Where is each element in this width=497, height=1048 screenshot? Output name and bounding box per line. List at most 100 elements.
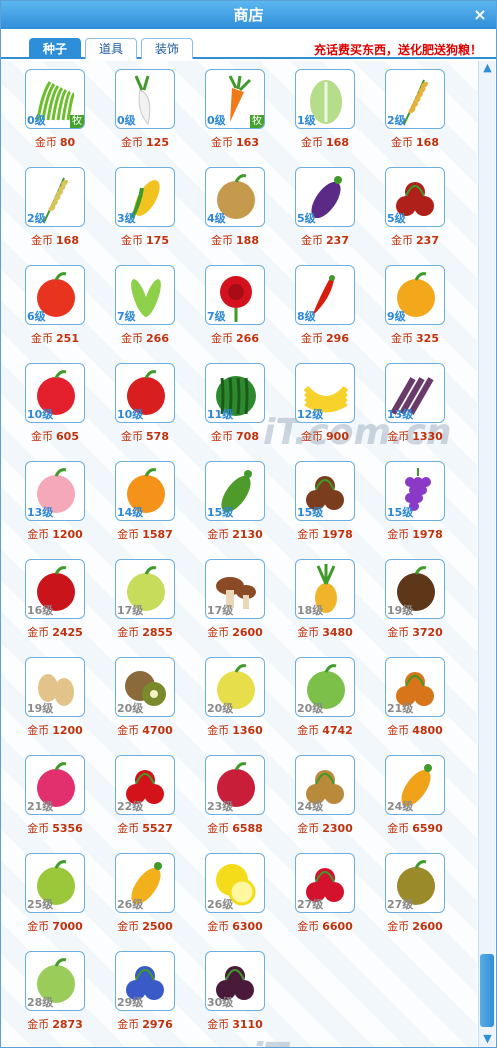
shop-item[interactable]: 29级 金币 2976 [113, 943, 177, 1035]
item-thumbnail[interactable]: 5级 [385, 167, 445, 227]
shop-item[interactable]: 15级 金币 1978 [383, 453, 447, 545]
item-thumbnail[interactable]: 24级 [385, 755, 445, 815]
item-thumbnail[interactable]: 17级 [205, 559, 265, 619]
shop-item[interactable]: 11级 金币 708 [203, 355, 267, 447]
item-thumbnail[interactable]: 2级 [25, 167, 85, 227]
scroll-up-arrow-icon[interactable]: ▲ [480, 61, 495, 74]
shop-item[interactable]: 27级 金币 2600 [383, 845, 447, 937]
item-thumbnail[interactable]: 29级 [115, 951, 175, 1011]
shop-item[interactable]: 25级 金币 7000 [23, 845, 87, 937]
item-thumbnail[interactable]: 25级 [25, 853, 85, 913]
shop-item[interactable]: 7级 金币 266 [203, 257, 267, 349]
shop-item[interactable]: 21级 金币 5356 [23, 747, 87, 839]
shop-item[interactable]: 7级 金币 266 [113, 257, 177, 349]
shop-item[interactable]: 15级 金币 2130 [203, 453, 267, 545]
item-thumbnail[interactable]: 21级 [25, 755, 85, 815]
tab-decorations[interactable]: 装饰 [141, 38, 193, 59]
item-thumbnail[interactable]: 0级 牧 [25, 69, 85, 129]
shop-item[interactable]: 0级 牧金币 163 [203, 61, 267, 153]
shop-item[interactable]: 2级 金币 168 [383, 61, 447, 153]
item-thumbnail[interactable]: 21级 [385, 657, 445, 717]
item-thumbnail[interactable]: 24级 [295, 755, 355, 815]
shop-item[interactable]: 1级 金币 168 [293, 61, 357, 153]
item-thumbnail[interactable]: 14级 [115, 461, 175, 521]
shop-item[interactable]: 9级 金币 325 [383, 257, 447, 349]
item-thumbnail[interactable]: 11级 [205, 363, 265, 423]
item-thumbnail[interactable]: 22级 [115, 755, 175, 815]
shop-item[interactable]: 0级 牧金币 80 [23, 61, 87, 153]
shop-item[interactable]: 17级 金币 2855 [113, 551, 177, 643]
shop-item[interactable]: 23级 金币 6588 [203, 747, 267, 839]
item-thumbnail[interactable]: 1级 [295, 69, 355, 129]
shop-item[interactable]: 8级 金币 296 [293, 257, 357, 349]
shop-item[interactable]: 5级 金币 237 [383, 159, 447, 251]
shop-item[interactable]: 4级 金币 188 [203, 159, 267, 251]
shop-item[interactable]: 26级 金币 6300 [203, 845, 267, 937]
item-thumbnail[interactable]: 27级 [295, 853, 355, 913]
shop-item[interactable]: 6级 金币 251 [23, 257, 87, 349]
shop-item[interactable]: 24级 金币 6590 [383, 747, 447, 839]
item-thumbnail[interactable]: 20级 [295, 657, 355, 717]
shop-item[interactable]: 19级 金币 3720 [383, 551, 447, 643]
shop-item[interactable]: 16级 金币 2425 [23, 551, 87, 643]
item-thumbnail[interactable]: 7级 [115, 265, 175, 325]
shop-item[interactable]: 14级 金币 1587 [113, 453, 177, 545]
item-thumbnail[interactable]: 0级 [115, 69, 175, 129]
shop-item[interactable]: 28级 金币 2873 [23, 943, 87, 1035]
item-thumbnail[interactable]: 7级 [205, 265, 265, 325]
item-thumbnail[interactable]: 15级 [295, 461, 355, 521]
item-thumbnail[interactable]: 27级 [385, 853, 445, 913]
shop-item[interactable]: 21级 金币 4800 [383, 649, 447, 741]
shop-item[interactable]: 24级 金币 2300 [293, 747, 357, 839]
item-thumbnail[interactable]: 30级 [205, 951, 265, 1011]
shop-item[interactable]: 17级 金币 2600 [203, 551, 267, 643]
shop-item[interactable]: 15级 金币 1978 [293, 453, 357, 545]
shop-item[interactable]: 30级 金币 3110 [203, 943, 267, 1035]
shop-item[interactable]: 20级 金币 4742 [293, 649, 357, 741]
shop-item[interactable]: 13级 金币 1200 [23, 453, 87, 545]
shop-item[interactable]: 5级 金币 237 [293, 159, 357, 251]
shop-item[interactable]: 22级 金币 5527 [113, 747, 177, 839]
scroll-thumb[interactable] [480, 954, 494, 1027]
scroll-down-arrow-icon[interactable]: ▼ [480, 1032, 495, 1045]
shop-item[interactable]: 3级 金币 175 [113, 159, 177, 251]
item-thumbnail[interactable]: 10级 [115, 363, 175, 423]
item-thumbnail[interactable]: 9级 [385, 265, 445, 325]
item-thumbnail[interactable]: 17级 [115, 559, 175, 619]
scrollbar[interactable]: ▲ ▼ [478, 61, 495, 1047]
item-thumbnail[interactable]: 20级 [115, 657, 175, 717]
item-thumbnail[interactable]: 13级 [385, 363, 445, 423]
shop-item[interactable]: 20级 金币 4700 [113, 649, 177, 741]
item-thumbnail[interactable]: 8级 [295, 265, 355, 325]
item-thumbnail[interactable]: 26级 [115, 853, 175, 913]
shop-item[interactable]: 0级 金币 125 [113, 61, 177, 153]
item-thumbnail[interactable]: 28级 [25, 951, 85, 1011]
item-thumbnail[interactable]: 6级 [25, 265, 85, 325]
shop-item[interactable]: 13级 金币 1330 [383, 355, 447, 447]
shop-item[interactable]: 20级 金币 1360 [203, 649, 267, 741]
item-thumbnail[interactable]: 13级 [25, 461, 85, 521]
item-thumbnail[interactable]: 20级 [205, 657, 265, 717]
item-thumbnail[interactable]: 15级 [205, 461, 265, 521]
shop-item[interactable]: 12级 金币 900 [293, 355, 357, 447]
item-thumbnail[interactable]: 10级 [25, 363, 85, 423]
close-button[interactable]: × [470, 5, 490, 25]
item-thumbnail[interactable]: 19级 [385, 559, 445, 619]
item-thumbnail[interactable]: 2级 [385, 69, 445, 129]
item-thumbnail[interactable]: 3级 [115, 167, 175, 227]
shop-item[interactable]: 19级 金币 1200 [23, 649, 87, 741]
shop-item[interactable]: 26级 金币 2500 [113, 845, 177, 937]
item-thumbnail[interactable]: 23级 [205, 755, 265, 815]
item-thumbnail[interactable]: 4级 [205, 167, 265, 227]
tab-seeds[interactable]: 种子 [29, 38, 81, 59]
item-thumbnail[interactable]: 12级 [295, 363, 355, 423]
item-thumbnail[interactable]: 5级 [295, 167, 355, 227]
item-thumbnail[interactable]: 19级 [25, 657, 85, 717]
item-thumbnail[interactable]: 26级 [205, 853, 265, 913]
shop-item[interactable]: 18级 金币 3480 [293, 551, 357, 643]
shop-item[interactable]: 2级 金币 168 [23, 159, 87, 251]
tab-tools[interactable]: 道具 [85, 38, 137, 59]
item-thumbnail[interactable]: 0级 牧 [205, 69, 265, 129]
item-thumbnail[interactable]: 18级 [295, 559, 355, 619]
shop-item[interactable]: 10级 金币 578 [113, 355, 177, 447]
